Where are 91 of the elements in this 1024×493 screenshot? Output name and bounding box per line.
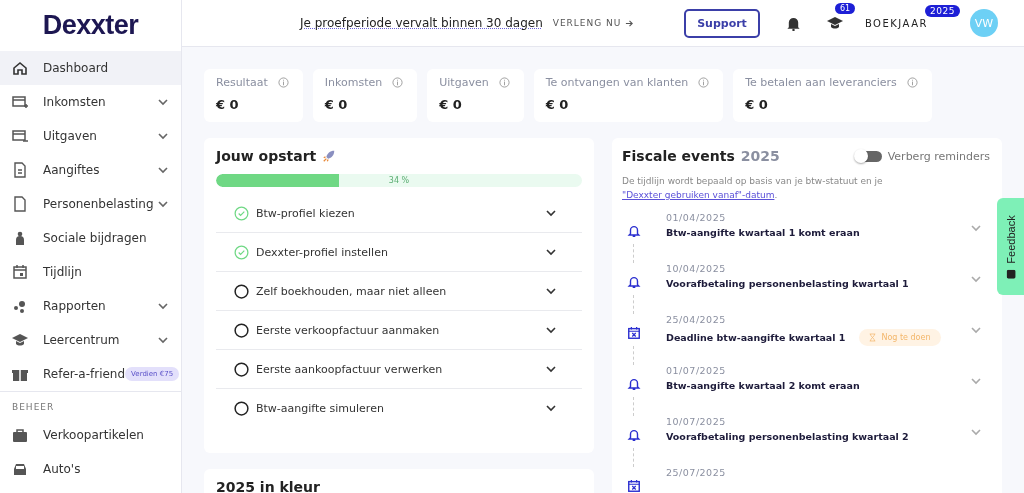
step-row[interactable]: Dexxter-profiel instellen [216,233,582,272]
sidebar-item[interactable]: Leercentrum [0,323,181,357]
card-title: 2025 in kleur [216,479,320,493]
section-heading: BEHEER [0,391,181,418]
step-row[interactable]: Zelf boekhouden, maar niet alleen [216,272,582,311]
info-icon[interactable] [906,77,918,88]
sidebar-item[interactable]: Uitgaven [0,119,181,153]
notification-bell-icon[interactable] [785,15,801,31]
sidebar-item[interactable]: Dashboard [0,51,181,85]
step-row[interactable]: Eerste verkoopfactuur aanmaken [216,311,582,350]
status-badge: Nog te doen [859,329,941,346]
info-icon[interactable] [392,77,404,88]
sidebar-item[interactable]: Tijdlijn [0,255,181,289]
count-badge: 61 [834,3,856,14]
bell-icon [627,275,641,289]
chevron-down-icon [545,207,557,219]
event-date: 01/04/2025 [666,212,727,223]
chevron-down-icon [545,246,557,258]
event-title: Btw-aangifte kwartaal 1 komt eraan [666,227,860,238]
event-title: Deadline btw-aangifte kwartaal 1 [666,332,846,343]
calendar-x-icon [627,326,641,340]
sidebar-item[interactable]: Personenbelasting [0,187,181,221]
stat-value: € 0 [324,97,349,112]
stat-label: Inkomsten [324,76,383,89]
graduation-cap-icon[interactable] [826,15,843,31]
stat-label: Te betalen aan leveranciers [745,76,897,89]
sidebar-item[interactable]: Inkomsten [0,85,181,119]
calendar-x-icon [627,479,641,493]
event-date: 25/04/2025 [666,314,727,325]
bell-icon [627,428,641,442]
rocket-icon [322,149,337,163]
expand-icon [970,222,982,234]
event-date: 10/07/2025 [666,416,727,427]
toggle-switch[interactable] [854,150,882,162]
stat-value: € 0 [439,97,463,112]
stat-value: € 0 [545,97,570,112]
step-row[interactable]: Btw-profiel kiezen [216,194,582,233]
doc-icon [12,162,28,178]
cap-icon [12,332,28,348]
arrow-right-icon [625,18,635,28]
calendar-icon [12,264,28,280]
chevron-down-icon [545,363,557,375]
event-date: 25/07/2025 [666,467,727,478]
info-icon[interactable] [277,77,289,88]
bell-icon [627,377,641,391]
expand-icon [970,375,982,387]
expand-icon [970,273,982,285]
card-title: Fiscale events 2025 [622,148,780,164]
sidebar-item[interactable]: Rapporten [0,289,181,323]
car-icon [12,461,28,477]
sidebar-item[interactable]: Auto's [0,452,181,486]
support-button[interactable]: Support [684,8,760,38]
trial-notice: Je proefperiode vervalt binnen 30 dagen [300,16,543,30]
chevron-down-icon [545,324,557,336]
event-title: Btw-aangifte kwartaal 2 komt eraan [666,380,860,391]
step-row[interactable]: Eerste aankoopfactuur verwerken [216,350,582,389]
toggle-label: Verberg reminders [887,149,990,163]
sidebar-item[interactable]: Sociale bijdragen [0,221,181,255]
expand-icon [970,426,982,438]
bell-icon [627,224,641,238]
expand-icon [970,324,982,336]
card-title: Jouw opstart [216,148,317,164]
briefcase-icon [12,427,28,443]
dots-icon [12,298,28,314]
stat-value: € 0 [745,97,769,112]
event-date: 10/04/2025 [666,263,727,274]
stat-value: € 0 [216,97,240,112]
card-minus-icon [12,128,28,144]
info-icon[interactable] [698,77,710,88]
card-plus-icon [12,94,28,110]
step-row[interactable]: Btw-aangifte simuleren [216,389,582,427]
fiscal-year-label[interactable]: BOEKJAAR [864,17,928,29]
page-icon [12,196,28,212]
sidebar-item[interactable]: Aangiftes [0,153,181,187]
extend-link[interactable]: VERLENG NU [552,18,635,28]
stat-label: Resultaat [216,76,268,89]
logo[interactable]: Dexxter [0,0,181,51]
event-title: Voorafbetaling personenbelasting kwartaal 1 [666,278,909,289]
event-date: 01/07/2025 [666,365,727,376]
chevron-down-icon [545,402,557,414]
intro-text: De tijdlijn wordt bepaald op basis van je btw-statuut en je "Dexxter gebruiken vanaf"-datum. [622,175,884,202]
event-title: Voorafbetaling personenbelasting kwartaal 2 [666,431,909,442]
home-icon [12,60,28,76]
stat-label: Te ontvangen van klanten [545,76,689,89]
stat-label: Uitgaven [439,76,489,89]
year-badge: 2025 [925,4,960,17]
info-icon[interactable] [498,77,510,88]
sidebar-item[interactable]: Verkoopartikelen [0,418,181,452]
feedback-tab[interactable]: Feedback [997,198,1024,295]
chevron-down-icon [545,285,557,297]
progress-label: 34 % [387,175,411,187]
